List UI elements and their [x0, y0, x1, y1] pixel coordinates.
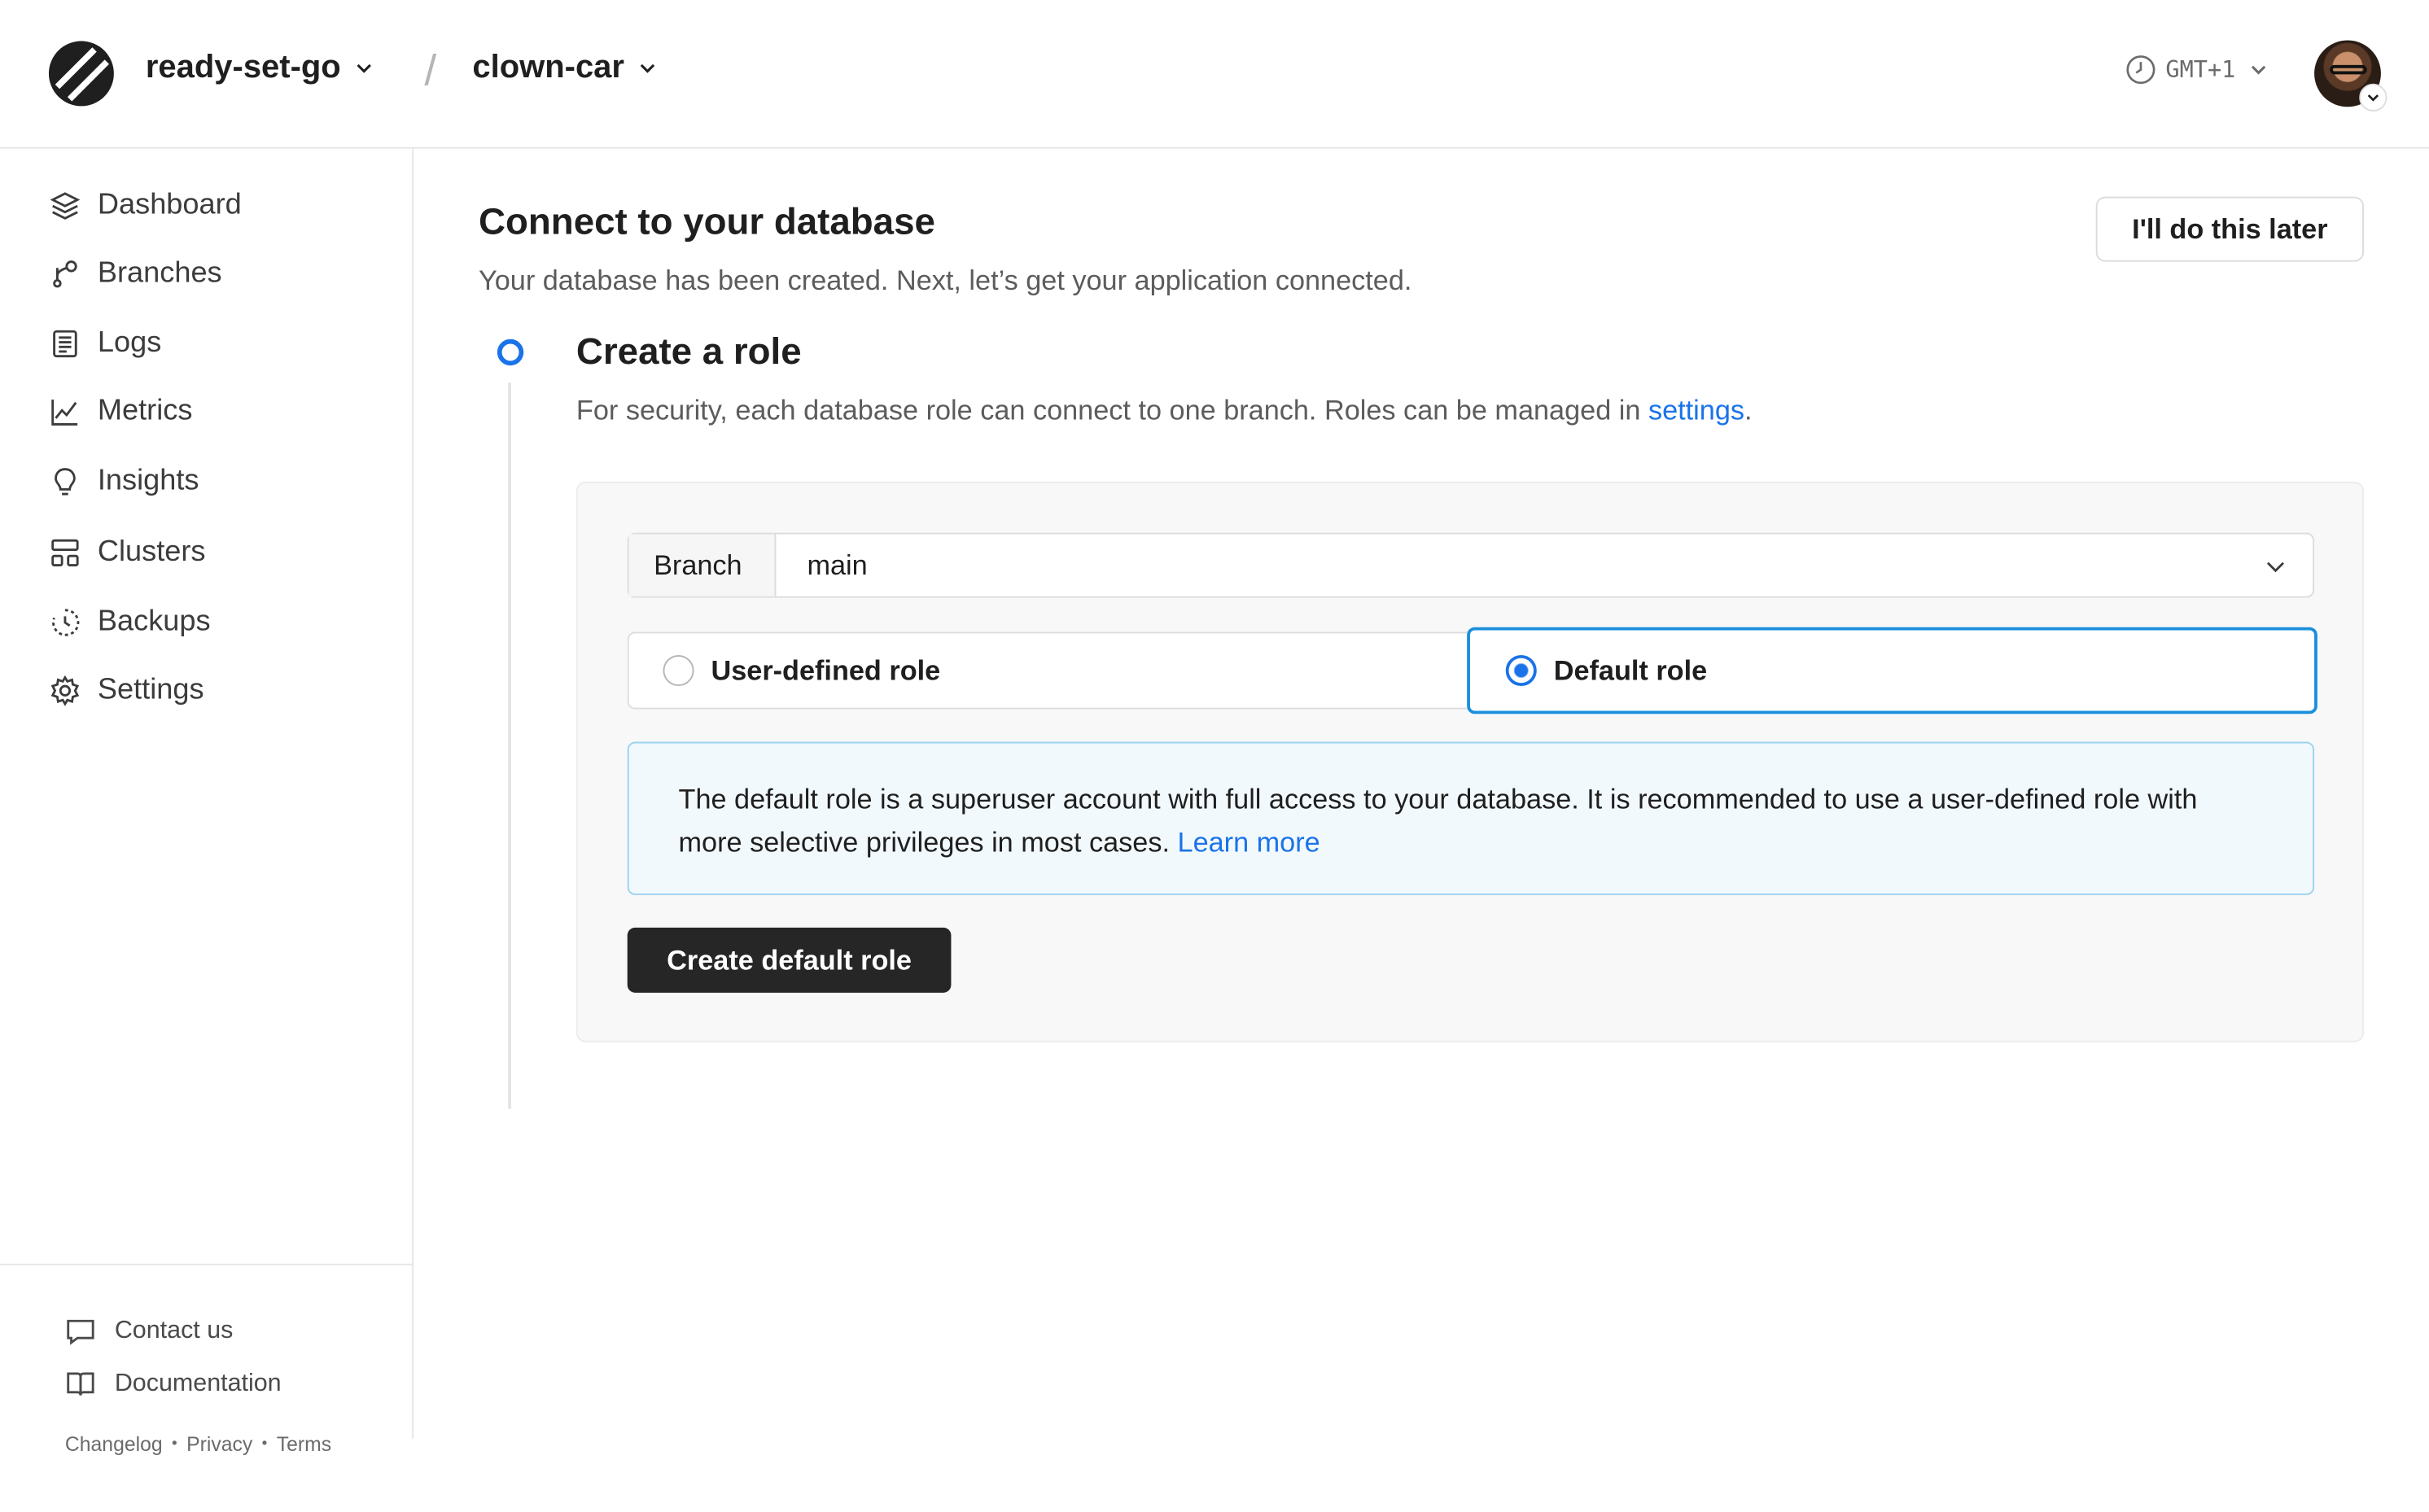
sidebar-item-dashboard[interactable]: Dashboard	[50, 189, 242, 223]
branch-select-value: main	[807, 548, 868, 580]
logo-icon[interactable]	[48, 40, 115, 107]
avatar-glasses	[2330, 64, 2367, 75]
page-subtitle: Your database has been created. Next, le…	[479, 264, 1412, 296]
step-description-text: For security, each database role can con…	[576, 395, 1648, 426]
privacy-link[interactable]: Privacy	[186, 1432, 252, 1456]
contact-us-link[interactable]: Contact us	[65, 1317, 233, 1348]
chat-bubble-icon	[67, 1319, 94, 1345]
chevron-down-icon	[2266, 562, 2285, 573]
info-text: The default role is a superuser account …	[678, 783, 2198, 859]
radio-unchecked-icon	[663, 654, 694, 687]
default-role-info-box: The default role is a superuser account …	[627, 741, 2315, 895]
user-defined-role-option[interactable]: User-defined role	[627, 631, 1468, 710]
database-name: clown-car	[472, 49, 624, 85]
documentation-link[interactable]: Documentation	[65, 1369, 282, 1400]
chevron-down-icon	[357, 63, 371, 73]
settings-link[interactable]: settings	[1648, 395, 1744, 426]
org-name: ready-set-go	[145, 49, 341, 85]
sidebar-item-clusters[interactable]: Clusters	[50, 535, 206, 570]
avatar-menu-chevron-icon[interactable]	[2359, 83, 2387, 112]
separator-dot: •	[172, 1436, 177, 1453]
radio-checked-icon	[1505, 654, 1537, 687]
sidebar: Dashboard Branches Logs Metrics Insights…	[0, 148, 414, 1456]
clusters-icon	[51, 539, 79, 567]
top-header: ready-set-go / clown-car GMT+1	[0, 0, 2429, 149]
sidebar-item-label: Branches	[97, 256, 222, 290]
create-default-role-button[interactable]: Create default role	[627, 927, 952, 993]
sidebar-item-metrics[interactable]: Metrics	[50, 395, 193, 429]
chart-icon	[51, 399, 78, 426]
sidebar-item-settings[interactable]: Settings	[50, 674, 204, 708]
sidebar-item-label: Dashboard	[97, 189, 242, 222]
gear-icon	[50, 675, 80, 706]
database-switcher[interactable]: clown-car	[472, 50, 658, 87]
sidebar-item-branches[interactable]: Branches	[50, 257, 222, 291]
create-role-panel: Branch main User-defined role Default ro…	[576, 481, 2364, 1042]
branch-select-label: Branch	[628, 534, 777, 596]
step-title: Create a role	[576, 331, 802, 374]
page-title: Connect to your database	[479, 201, 935, 243]
step-description-suffix: .	[1744, 395, 1753, 426]
sidebar-item-label: Metrics	[97, 395, 193, 428]
branch-select[interactable]: Branch main	[627, 532, 2315, 598]
sidebar-item-label: Settings	[97, 673, 204, 706]
chevron-down-icon	[640, 63, 655, 73]
sidebar-item-label: Backups	[97, 605, 211, 639]
legal-links: Changelog • Privacy • Terms	[65, 1432, 331, 1456]
terms-link[interactable]: Terms	[277, 1432, 331, 1456]
org-switcher[interactable]: ready-set-go	[146, 50, 375, 87]
lightbulb-icon	[55, 468, 76, 496]
timezone-label: GMT+1	[2165, 55, 2236, 84]
app-root: ready-set-go / clown-car GMT+1 Dashboard…	[0, 0, 2429, 1456]
documentation-label: Documentation	[114, 1370, 282, 1397]
clock-icon	[2126, 55, 2155, 85]
sidebar-item-insights[interactable]: Insights	[50, 465, 199, 499]
backup-icon	[52, 609, 80, 636]
logs-icon	[53, 330, 77, 358]
default-role-label: Default role	[1553, 654, 1708, 686]
book-icon	[67, 1372, 94, 1396]
step-connector-line	[508, 382, 511, 1109]
sidebar-item-label: Insights	[97, 464, 199, 497]
sidebar-item-backups[interactable]: Backups	[50, 605, 211, 640]
user-defined-role-label: User-defined role	[711, 654, 941, 686]
role-type-radio-group: User-defined role Default role	[627, 627, 2317, 714]
step-indicator	[497, 339, 524, 366]
layers-icon	[50, 192, 81, 220]
changelog-link[interactable]: Changelog	[65, 1432, 163, 1456]
breadcrumb-separator: /	[424, 46, 437, 95]
contact-us-label: Contact us	[114, 1318, 234, 1344]
do-this-later-button[interactable]: I'll do this later	[2095, 196, 2364, 262]
learn-more-link[interactable]: Learn more	[1178, 827, 1320, 858]
sidebar-footer	[0, 1263, 414, 1439]
default-role-option[interactable]: Default role	[1467, 627, 2317, 714]
sidebar-item-label: Logs	[97, 326, 162, 360]
sidebar-item-logs[interactable]: Logs	[50, 327, 161, 361]
sidebar-item-label: Clusters	[97, 535, 206, 569]
chevron-down-icon	[2252, 65, 2266, 75]
timezone-selector[interactable]: GMT+1	[2125, 55, 2269, 85]
separator-dot: •	[261, 1436, 268, 1453]
branch-icon	[53, 260, 77, 288]
step-description: For security, each database role can con…	[576, 395, 1753, 427]
